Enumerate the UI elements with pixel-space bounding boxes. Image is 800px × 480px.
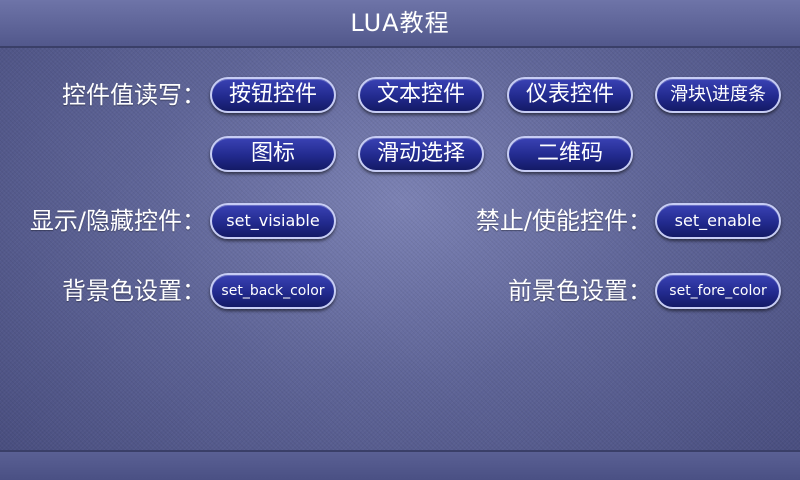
control-rw-label: 控件值读写：	[62, 81, 206, 109]
set-visiable-button[interactable]: set_visiable	[210, 203, 336, 239]
button-control-button[interactable]: 按钮控件	[210, 77, 336, 113]
gauge-control-button[interactable]: 仪表控件	[507, 77, 633, 113]
fore-color-label: 前景色设置：	[508, 277, 652, 305]
icon-button[interactable]: 图标	[210, 136, 336, 172]
qr-code-button[interactable]: 二维码	[507, 136, 633, 172]
set-enable-button[interactable]: set_enable	[655, 203, 781, 239]
slider-progress-button[interactable]: 滑块\进度条	[655, 77, 781, 113]
bottom-bar	[0, 450, 800, 480]
visibility-label: 显示/隐藏控件：	[29, 207, 206, 235]
background-texture	[0, 0, 800, 480]
slide-select-button[interactable]: 滑动选择	[358, 136, 484, 172]
page-title: LUA教程	[0, 0, 800, 48]
enable-label: 禁止/使能控件：	[475, 207, 652, 235]
back-color-label: 背景色设置：	[62, 277, 206, 305]
set-fore-color-button[interactable]: set_fore_color	[655, 273, 781, 309]
set-back-color-button[interactable]: set_back_color	[210, 273, 336, 309]
text-control-button[interactable]: 文本控件	[358, 77, 484, 113]
